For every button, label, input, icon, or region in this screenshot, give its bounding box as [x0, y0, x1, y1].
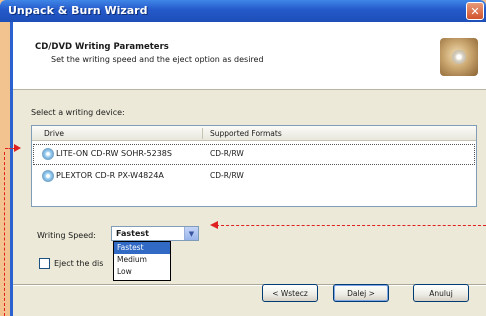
eject-label: Eject the dis — [54, 259, 104, 268]
back-button[interactable]: < Wstecz — [262, 284, 318, 302]
drive-name: LITE-ON CD-RW SOHR-5238S — [56, 149, 172, 158]
drive-name: PLEXTOR CD-R PX-W4824A — [56, 171, 164, 180]
drive-row[interactable]: PLEXTOR CD-R PX-W4824A CD-R/RW — [34, 167, 474, 186]
writing-speed-select[interactable]: Fastest ▼ — [111, 226, 199, 241]
drive-formats: CD-R/RW — [210, 171, 244, 180]
speed-option-medium[interactable]: Medium — [114, 254, 170, 266]
annotation-line-right — [216, 225, 486, 226]
writing-speed-dropdown[interactable]: Fastest Medium Low — [113, 241, 171, 281]
chevron-down-icon[interactable]: ▼ — [184, 227, 198, 240]
cd-drive-icon — [42, 170, 54, 182]
column-supported-formats[interactable]: Supported Formats — [210, 129, 282, 138]
cancel-button[interactable]: Anuluj — [413, 284, 469, 302]
cd-drive-icon — [42, 148, 54, 160]
drive-list[interactable]: Drive Supported Formats LITE-ON CD-RW SO… — [31, 125, 477, 207]
drive-list-header: Drive Supported Formats — [32, 126, 476, 141]
column-divider[interactable] — [202, 128, 203, 139]
eject-checkbox[interactable] — [39, 258, 50, 269]
disc-icon — [440, 38, 478, 76]
wizard-header: CD/DVD Writing Parameters Set the writin… — [13, 22, 486, 90]
title-bar: Unpack & Burn Wizard ✕ — [0, 0, 486, 22]
header-title: CD/DVD Writing Parameters — [35, 42, 169, 52]
drive-formats: CD-R/RW — [210, 149, 244, 158]
annotation-line-left — [4, 152, 5, 316]
window-title: Unpack & Burn Wizard — [8, 4, 148, 17]
close-icon: ✕ — [470, 4, 480, 18]
speed-option-fastest[interactable]: Fastest — [114, 242, 170, 254]
annotation-arrowhead-icon — [210, 221, 218, 229]
next-button[interactable]: Dalej > — [333, 284, 389, 302]
close-button[interactable]: ✕ — [466, 2, 484, 20]
writing-speed-label: Writing Speed: — [37, 231, 96, 240]
writing-speed-value: Fastest — [116, 229, 149, 238]
speed-option-low[interactable]: Low — [114, 266, 170, 278]
select-device-label: Select a writing device: — [31, 108, 125, 117]
annotation-arrowhead-icon — [14, 144, 21, 152]
column-drive[interactable]: Drive — [44, 129, 64, 138]
drive-row[interactable]: LITE-ON CD-RW SOHR-5238S CD-R/RW — [33, 144, 475, 165]
wizard-window: CD/DVD Writing Parameters Set the writin… — [10, 22, 486, 316]
header-subtitle: Set the writing speed and the eject opti… — [51, 55, 264, 64]
